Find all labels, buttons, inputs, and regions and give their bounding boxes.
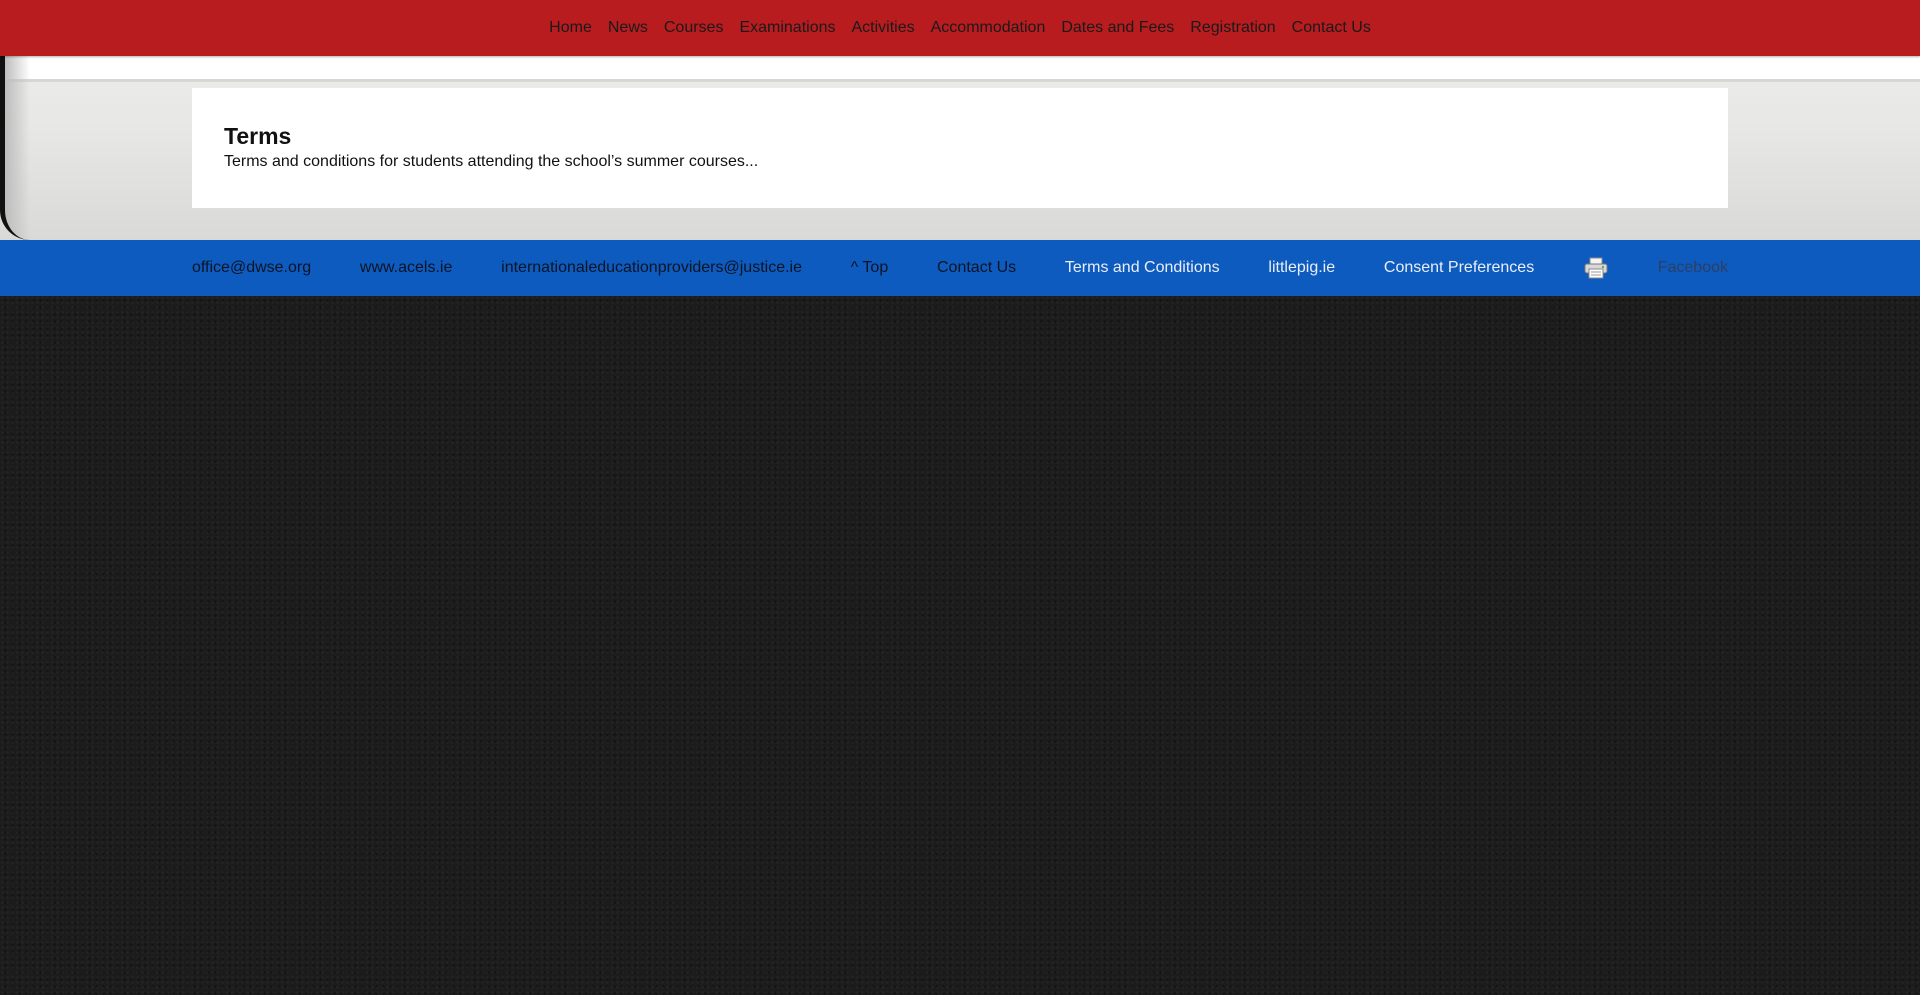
footer-link-top[interactable]: ^ Top	[851, 259, 888, 277]
footer-bar: office@dwse.org www.acels.ie internation…	[0, 240, 1920, 296]
nav-item-activities[interactable]: Activities	[852, 19, 915, 37]
main-navigation: Home News Courses Examinations Activitie…	[0, 0, 1920, 56]
nav-item-accommodation[interactable]: Accommodation	[931, 19, 1046, 37]
printer-icon[interactable]	[1583, 257, 1609, 279]
footer-link-littlepig[interactable]: littlepig.ie	[1268, 259, 1335, 277]
footer-link-acels[interactable]: www.acels.ie	[360, 259, 452, 277]
decorative-frame-edge	[0, 56, 30, 240]
footer-links: office@dwse.org www.acels.ie internation…	[192, 240, 1728, 296]
nav-item-home[interactable]: Home	[549, 19, 592, 37]
footer-link-email-justice[interactable]: internationaleducationproviders@justice.…	[501, 259, 802, 277]
page-summary: Terms and conditions for students attend…	[224, 153, 759, 171]
page-title: Terms	[224, 123, 292, 149]
nav-item-registration[interactable]: Registration	[1190, 19, 1275, 37]
footer-link-terms[interactable]: Terms and Conditions	[1065, 259, 1220, 277]
nav-item-news[interactable]: News	[608, 19, 648, 37]
content-card: Terms Terms and conditions for students …	[192, 88, 1728, 208]
nav-item-courses[interactable]: Courses	[664, 19, 724, 37]
nav-item-dates-and-fees[interactable]: Dates and Fees	[1061, 19, 1174, 37]
footer-link-facebook[interactable]: Facebook	[1658, 259, 1728, 277]
nav-item-examinations[interactable]: Examinations	[739, 19, 835, 37]
footer-link-consent-preferences[interactable]: Consent Preferences	[1384, 259, 1534, 277]
nav-item-contact-us[interactable]: Contact Us	[1292, 19, 1371, 37]
footer-link-email-office[interactable]: office@dwse.org	[192, 259, 311, 277]
footer-link-contact-us[interactable]: Contact Us	[937, 259, 1016, 277]
header-strip	[0, 56, 1920, 82]
